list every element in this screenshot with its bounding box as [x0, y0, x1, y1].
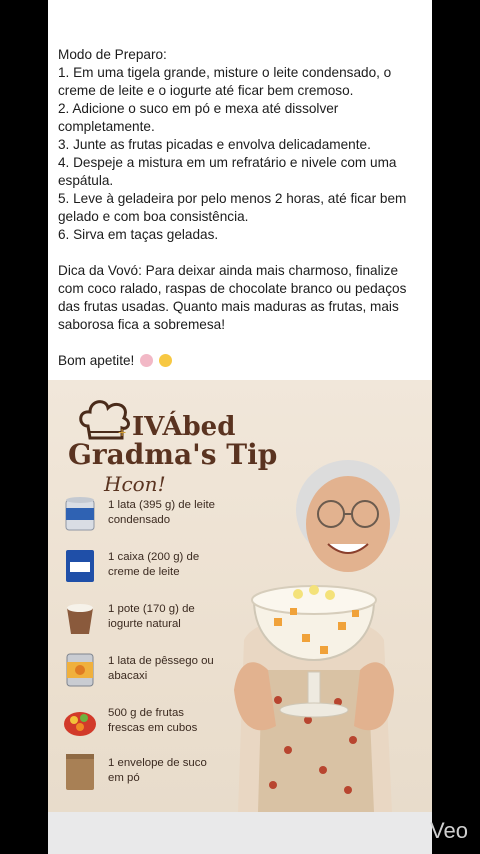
- cream-box-icon: [66, 550, 94, 582]
- ingredient-item: 1 lata de pêssego ou abacaxi: [62, 650, 214, 694]
- ingredient-item: 1 caixa (200 g) de creme de leite: [62, 546, 212, 590]
- ingredient-item: 1 envelope de suco em pó: [62, 752, 212, 796]
- ingredient-item: 1 pote (170 g) de iogurte natural: [62, 598, 212, 642]
- recipe-step: 6. Sirva em taças geladas.: [58, 227, 219, 242]
- juice-sachet-icon: [66, 754, 94, 790]
- watermark: Veo: [430, 818, 468, 843]
- fruit-can-icon: [66, 653, 94, 687]
- recipe-step: 3. Junte as frutas picadas e envolva del…: [58, 137, 371, 152]
- ingredient-item: 1 lata (395 g) de leite condensado: [62, 494, 215, 538]
- recipe-step: 2. Adicione o suco em pó e mexa até diss…: [58, 101, 339, 134]
- closing-line: Bom apetite!: [58, 352, 426, 370]
- footer-bar: [48, 812, 432, 854]
- title-line-3: Hcon!: [104, 472, 166, 496]
- post-text: Modo de Preparo: 1. Em uma tigela grande…: [58, 46, 426, 370]
- post-column: Modo de Preparo: 1. Em uma tigela grande…: [48, 0, 432, 854]
- fruit-bowl-icon: [64, 712, 96, 736]
- grandma-holding-dessert-illustration: [234, 460, 400, 812]
- recipe-card-image: + IVÁbed Gradma's Tip Hcon! 1 lata (395 …: [48, 380, 432, 812]
- recipe-step: 4. Despeje a mistura em um refratário e …: [58, 155, 397, 188]
- condensed-milk-can-icon: [65, 497, 95, 531]
- smile-emoji-icon: [158, 354, 172, 367]
- pig-emoji-icon: [140, 354, 154, 367]
- yogurt-pot-icon: [67, 604, 93, 634]
- ingredient-item: 500 g de frutas frescas em cubos: [62, 702, 212, 746]
- grandma-tip: Dica da Vovó: Para deixar ainda mais cha…: [58, 263, 407, 332]
- closing-text: Bom apetite!: [58, 353, 135, 368]
- recipe-step: 1. Em uma tigela grande, misture o leite…: [58, 65, 392, 98]
- recipe-heading: Modo de Preparo:: [58, 47, 167, 62]
- recipe-step: 5. Leve à geladeira por pelo menos 2 hor…: [58, 191, 407, 224]
